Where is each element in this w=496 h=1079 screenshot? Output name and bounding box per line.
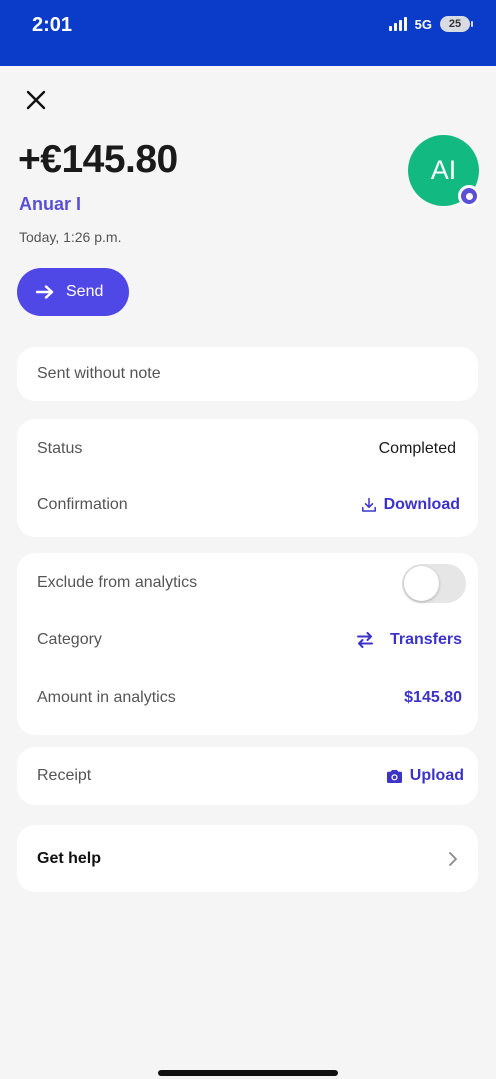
category-label: Category bbox=[37, 631, 102, 648]
close-button[interactable] bbox=[22, 86, 50, 114]
status-time: 2:01 bbox=[32, 14, 73, 36]
avatar-initials: AI bbox=[430, 155, 457, 185]
note-text: Sent without note bbox=[37, 365, 161, 382]
close-icon bbox=[26, 90, 46, 110]
send-label: Send bbox=[66, 283, 104, 300]
signal-icon bbox=[388, 17, 407, 31]
receipt-label: Receipt bbox=[37, 767, 92, 784]
chevron-right-icon bbox=[449, 851, 457, 866]
exclude-analytics-label: Exclude from analytics bbox=[37, 574, 198, 591]
get-help-card[interactable]: Get help bbox=[17, 825, 478, 892]
details-card: Status Completed Confirmation Download bbox=[17, 419, 478, 537]
analytics-card: Exclude from analytics Category Transfer… bbox=[17, 553, 478, 735]
note-card[interactable]: Sent without note bbox=[17, 347, 478, 401]
transfer-arrows-icon bbox=[356, 632, 373, 648]
avatar-badge-icon bbox=[458, 185, 480, 207]
get-help-label: Get help bbox=[37, 849, 102, 867]
amount-analytics-value[interactable]: $145.80 bbox=[404, 689, 462, 707]
network-label: 5G bbox=[414, 16, 432, 32]
transaction-datetime: Today, 1:26 p.m. bbox=[19, 229, 122, 245]
home-indicator[interactable] bbox=[158, 1070, 338, 1076]
send-button[interactable]: Send bbox=[17, 268, 129, 316]
category-value: Transfers bbox=[389, 631, 462, 648]
battery-level: 25 bbox=[448, 18, 462, 30]
download-button[interactable]: Download bbox=[361, 496, 460, 514]
status-value: Completed bbox=[378, 440, 456, 457]
battery-icon: 25 bbox=[440, 16, 473, 32]
camera-icon bbox=[386, 769, 402, 783]
download-label: Download bbox=[383, 496, 460, 513]
arrow-right-icon bbox=[36, 285, 54, 299]
confirmation-label: Confirmation bbox=[37, 496, 128, 513]
download-icon bbox=[361, 497, 376, 512]
status-indicators: 5G 25 bbox=[388, 16, 473, 32]
exclude-analytics-toggle[interactable] bbox=[402, 563, 466, 603]
upload-label: Upload bbox=[409, 767, 464, 784]
counterparty-name[interactable]: Anuar I bbox=[19, 194, 81, 215]
status-bar: 2:01 5G 25 bbox=[0, 0, 496, 66]
amount-analytics-label: Amount in analytics bbox=[37, 689, 176, 706]
upload-receipt-button[interactable]: Upload bbox=[386, 767, 464, 785]
category-selector[interactable]: Transfers bbox=[356, 631, 462, 649]
status-label: Status bbox=[37, 440, 83, 457]
receipt-card: Receipt Upload bbox=[17, 747, 478, 805]
transaction-amount: +€145.80 bbox=[18, 138, 178, 181]
